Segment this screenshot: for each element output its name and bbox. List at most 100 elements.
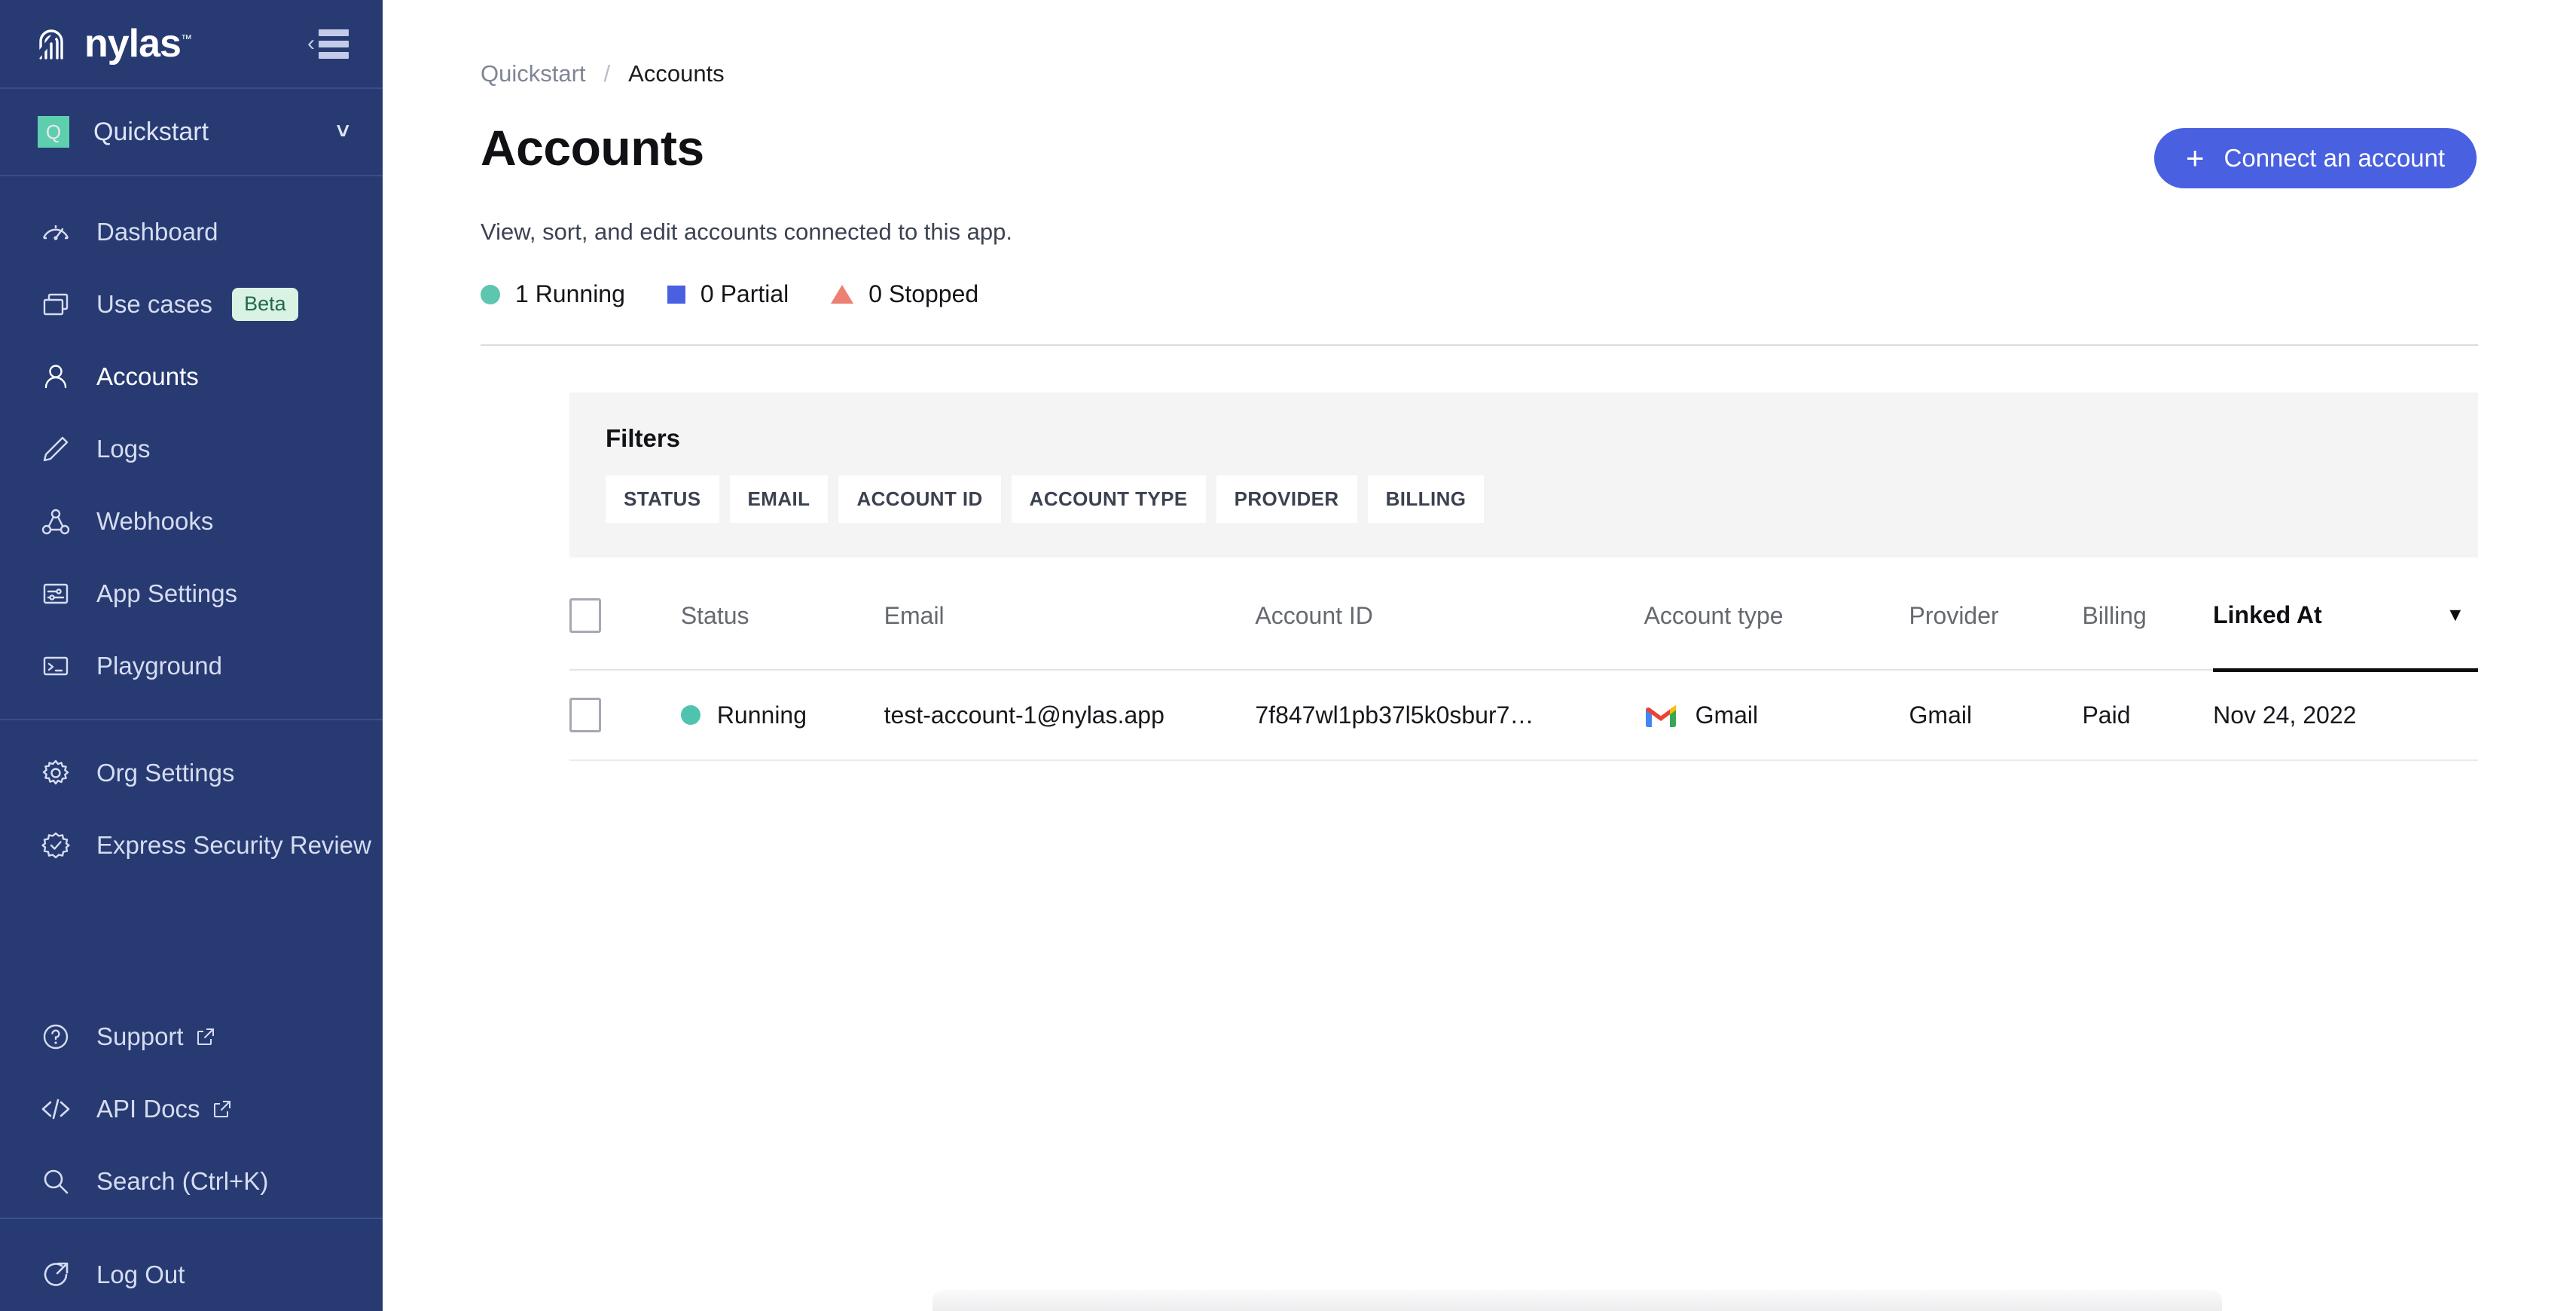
cell-status: Running [680,670,884,762]
sidebar-item-express-security-review[interactable]: Express Security Review [0,809,383,882]
terminal-icon [36,649,75,683]
filter-chip-provider[interactable]: PROVIDER [1216,475,1357,523]
row-select-checkbox[interactable] [569,698,601,733]
page-title: Accounts [481,120,704,176]
external-link-icon [212,1099,232,1119]
sidebar-item-webhooks[interactable]: Webhooks [0,485,383,558]
select-all-checkbox[interactable] [569,598,601,633]
hamburger-icon [319,29,349,59]
row-select-cell [569,670,681,762]
sidebar-item-support[interactable]: Support [0,1001,383,1073]
search-icon [36,1165,75,1198]
breadcrumb-separator: / [603,60,611,87]
sliders-icon [36,577,75,610]
page-subtitle: View, sort, and edit accounts connected … [481,218,1012,245]
sidebar-item-use-cases[interactable]: Use cases Beta [0,268,383,341]
logout-icon [36,1258,75,1291]
main-content: Quickstart / Accounts Accounts + Connect… [383,0,2576,1311]
sidebar-item-accounts[interactable]: Accounts [0,341,383,413]
sidebar-item-label: Support [96,1022,184,1050]
breadcrumb: Quickstart / Accounts [383,0,2576,87]
sidebar-item-label: App Settings [96,579,238,607]
sidebar-item-logs[interactable]: Logs [0,413,383,485]
page-header-row: Accounts + Connect an account [383,87,2576,188]
sidebar-item-app-settings[interactable]: App Settings [0,558,383,630]
app-root: nylas™ ‹ Q Quickstart ˅ Dashboard Use ca… [0,0,2576,1311]
legend-label: 1 Running [515,280,625,307]
sidebar-item-label: API Docs [96,1095,200,1123]
legend-item-partial: 0 Partial [667,280,789,308]
sidebar: nylas™ ‹ Q Quickstart ˅ Dashboard Use ca… [0,0,383,1311]
column-header-status[interactable]: Status [680,558,884,671]
column-header-billing[interactable]: Billing [2082,558,2214,671]
sidebar-item-api-docs[interactable]: API Docs [0,1073,383,1145]
connect-an-account-button[interactable]: + Connect an account [2153,128,2477,188]
sidebar-primary-nav: Dashboard Use cases Beta Accounts Logs W… [0,176,383,702]
gmail-icon [1644,702,1677,728]
legend-item-stopped: 0 Stopped [831,280,978,308]
project-selector[interactable]: Q Quickstart ˅ [0,89,383,176]
code-brackets-icon [36,1092,75,1126]
sidebar-item-label: Logs [96,435,151,463]
account-type-text: Gmail [1695,701,1759,729]
plus-icon: + [2185,140,2205,176]
cell-provider: Gmail [1909,670,2083,762]
legend-label: 0 Stopped [868,280,979,307]
collapse-sidebar-icon[interactable]: ‹ [307,27,349,60]
cell-account-type: Gmail [1644,670,1909,762]
accounts-table-body: Running test-account-1@nylas.app 7f847wl… [569,670,2479,762]
filter-chip-email[interactable]: EMAIL [729,475,829,523]
table-header-row: Status Email Account ID Account type Pro… [569,558,2479,672]
nylas-logo-mark [33,23,74,64]
sidebar-item-log-out[interactable]: Log Out [0,1239,383,1311]
sidebar-item-org-settings[interactable]: Org Settings [0,737,383,809]
sidebar-item-label: Playground [96,652,222,680]
pencil-icon [36,432,75,466]
sort-descending-caret-icon[interactable]: ▼ [2446,604,2465,626]
project-name: Quickstart [93,117,209,146]
question-circle-icon [36,1020,75,1053]
column-header-account-type[interactable]: Account type [1644,558,1909,671]
filter-chip-status[interactable]: STATUS [606,475,719,523]
accounts-table-head: Status Email Account ID Account type Pro… [569,558,2479,672]
beta-badge: Beta [232,288,298,321]
badge-check-icon [36,829,75,862]
breadcrumb-parent[interactable]: Quickstart [481,60,586,87]
accounts-table-wrapper: Status Email Account ID Account type Pro… [569,558,2479,762]
nylas-logo: nylas™ [33,21,192,66]
sidebar-item-label: Dashboard [96,218,218,246]
running-status-dot-icon [481,284,500,304]
sidebar-secondary-nav: Org Settings Express Security Review [0,720,383,882]
filter-chip-billing[interactable]: BILLING [1367,475,1485,523]
column-header-provider[interactable]: Provider [1909,558,2083,671]
sidebar-utility-nav: Support API Docs Search (Ctrl+K) [0,981,383,1218]
windows-icon [36,288,75,321]
column-header-account-id[interactable]: Account ID [1255,558,1644,671]
project-initial-badge: Q [38,116,69,148]
sidebar-item-search[interactable]: Search (Ctrl+K) [0,1145,383,1218]
filter-chip-account-type[interactable]: ACCOUNT TYPE [1011,475,1206,523]
partial-status-square-icon [667,285,685,304]
person-icon [36,360,75,393]
chevron-down-icon[interactable]: ˅ [336,119,349,145]
sidebar-logout-nav: Log Out [0,1219,383,1311]
sidebar-item-label: Accounts [96,362,199,390]
filter-chip-account-id[interactable]: ACCOUNT ID [838,475,1001,523]
sidebar-item-dashboard[interactable]: Dashboard [0,196,383,268]
cell-linked-at: Nov 24, 2022 [2213,670,2479,762]
horizontal-scrollbar[interactable] [932,1290,2223,1311]
table-row[interactable]: Running test-account-1@nylas.app 7f847wl… [569,670,2479,762]
filters-panel: Filters STATUS EMAIL ACCOUNT ID ACCOUNT … [569,393,2479,558]
sidebar-item-playground[interactable]: Playground [0,630,383,702]
gauge-icon [36,215,75,249]
chevron-left-icon: ‹ [307,31,315,56]
column-header-linked-at[interactable]: Linked At ▼ [2213,558,2479,672]
column-header-email[interactable]: Email [884,558,1256,671]
sidebar-item-label: Org Settings [96,759,235,787]
sidebar-item-label: Express Security Review [96,831,371,859]
webhook-icon [36,505,75,538]
accounts-table: Status Email Account ID Account type Pro… [569,558,2479,762]
header-divider [481,344,2479,346]
column-header-linked-at-label: Linked At [2213,600,2322,628]
